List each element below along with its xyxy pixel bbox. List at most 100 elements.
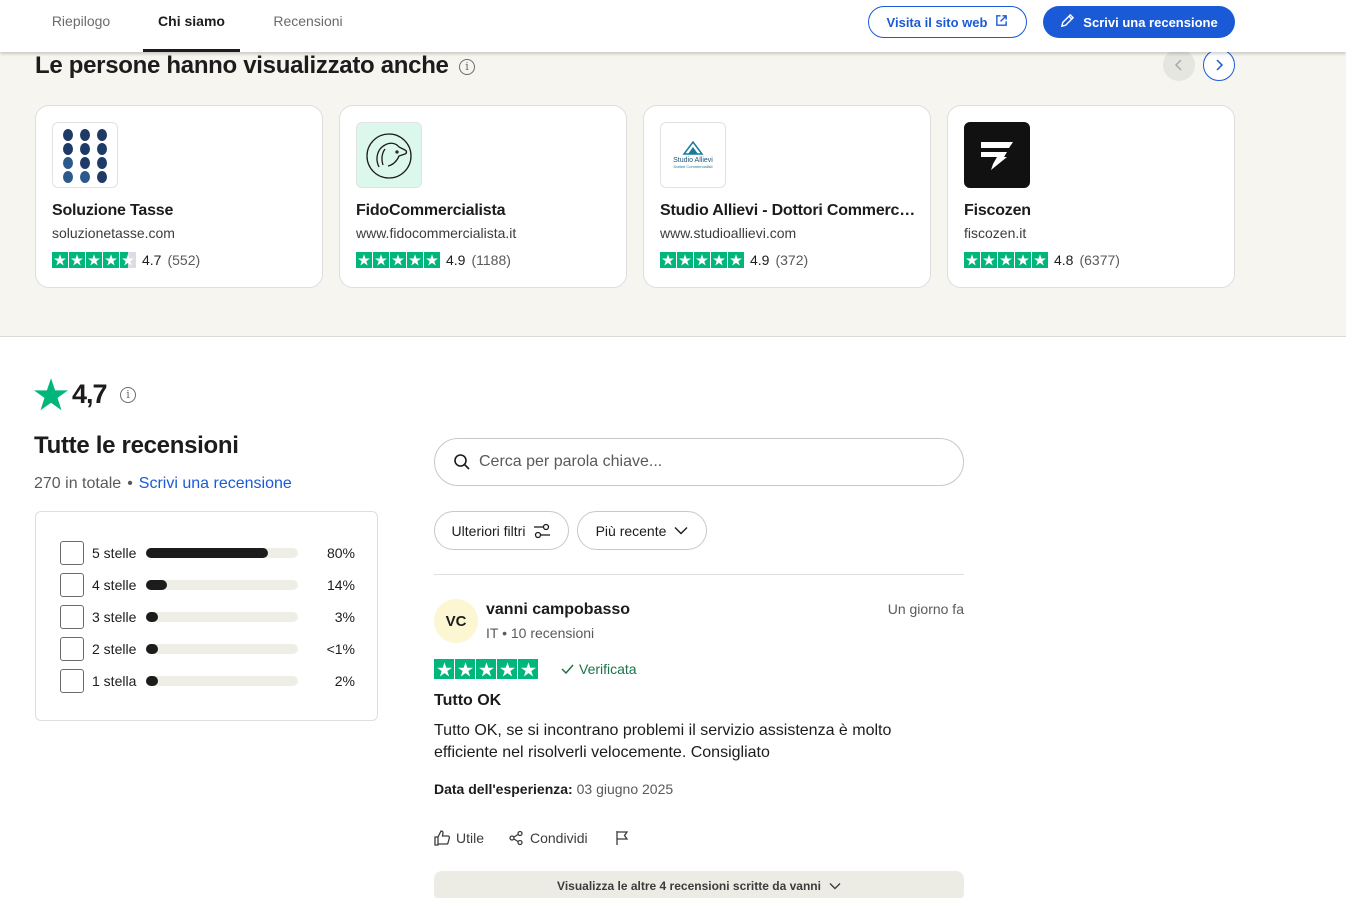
avatar[interactable]: VC	[434, 599, 478, 643]
carousel-prev-button[interactable]	[1163, 49, 1195, 81]
filter-checkbox[interactable]	[60, 637, 84, 661]
company-url: soluzionetasse.com	[52, 225, 175, 241]
experience-value: 03 giugno 2025	[576, 781, 674, 797]
review-count: (6377)	[1079, 252, 1120, 268]
filter-checkbox[interactable]	[60, 669, 84, 693]
search-input[interactable]	[479, 453, 919, 471]
distribution-label: 3 stelle	[92, 609, 137, 625]
search-box[interactable]	[434, 438, 964, 486]
separator-dot: •	[127, 475, 133, 492]
company-name: FidoCommercialista	[356, 202, 506, 219]
useful-label: Utile	[456, 830, 485, 846]
chevron-right-icon	[1216, 59, 1224, 71]
distribution-row[interactable]: 1 stella 2%	[60, 669, 355, 693]
experience-label: Data dell'esperienza:	[434, 781, 573, 797]
visit-website-button[interactable]: Visita il sito web	[868, 6, 1027, 38]
company-url: www.fidocommercialista.it	[356, 225, 517, 241]
star-icon	[69, 252, 85, 268]
distribution-bar	[146, 548, 298, 558]
distribution-row[interactable]: 5 stelle 80%	[60, 541, 355, 565]
distribution-row[interactable]: 2 stelle <1%	[60, 637, 355, 661]
rating-distribution: 5 stelle 80% 4 stelle 14% 3 stelle 3% 2 …	[35, 511, 378, 721]
company-rating: 4.8 (6377)	[964, 252, 1120, 268]
star-icon	[497, 659, 517, 679]
company-card[interactable]: Fiscozen fiscozen.it 4.8 (6377)	[947, 105, 1235, 288]
review-stars	[434, 659, 538, 679]
chevron-left-icon	[1174, 59, 1182, 71]
star-icon	[86, 252, 102, 268]
star-icon	[964, 252, 980, 268]
tab-recensioni[interactable]: Recensioni	[271, 0, 345, 52]
reviews-total: 270 in totale	[34, 475, 122, 492]
star-icon	[476, 659, 496, 679]
star-icon	[728, 252, 744, 268]
logo-wordmark-sub: Dottori Commercialisti	[673, 164, 713, 169]
chevron-down-icon	[674, 527, 688, 535]
top-nav: Riepilogo Chi siamo Recensioni Visita il…	[0, 0, 1346, 52]
rating-value: 4.9	[446, 252, 466, 268]
rating-value: 4.8	[1054, 252, 1074, 268]
company-card[interactable]: Soluzione Tasse soluzionetasse.com 4.7 (…	[35, 105, 323, 288]
company-card[interactable]: Studio Allievi Dottori Commercialisti St…	[643, 105, 931, 288]
star-icon	[998, 252, 1014, 268]
carousel-next-button[interactable]	[1203, 49, 1235, 81]
more-reviews-label: Visualizza le altre 4 recensioni scritte…	[557, 879, 821, 893]
star-icon	[981, 252, 997, 268]
filter-checkbox[interactable]	[60, 541, 84, 565]
write-review-link[interactable]: Scrivi una recensione	[139, 475, 292, 492]
search-icon	[454, 454, 470, 470]
star-icon	[34, 378, 68, 411]
star-rating	[434, 659, 538, 679]
more-reviews-button[interactable]: Visualizza le altre 4 recensioni scritte…	[434, 871, 964, 898]
info-icon[interactable]: i	[459, 59, 475, 75]
company-url: fiscozen.it	[964, 225, 1027, 241]
company-rating: 4.9 (1188)	[356, 252, 511, 268]
company-logo	[52, 122, 118, 188]
report-button[interactable]	[614, 830, 630, 846]
distribution-row[interactable]: 3 stelle 3%	[60, 605, 355, 629]
more-filters-button[interactable]: Ulteriori filtri	[434, 511, 569, 550]
star-rating	[660, 252, 744, 268]
review-author[interactable]: vanni campobasso	[486, 601, 630, 619]
review-count: (552)	[167, 252, 201, 268]
filter-sliders-icon	[534, 523, 551, 538]
rating-value: 4.7	[142, 252, 162, 268]
write-review-button[interactable]: Scrivi una recensione	[1043, 6, 1235, 38]
rating-value: 4.9	[750, 252, 770, 268]
info-icon[interactable]: i	[120, 387, 136, 403]
distribution-fill	[146, 644, 158, 654]
external-link-icon	[995, 14, 1008, 30]
company-logo: Studio Allievi Dottori Commercialisti	[660, 122, 726, 188]
review-title[interactable]: Tutto OK	[434, 692, 501, 710]
verified-label: Verificata	[579, 661, 637, 677]
star-icon	[434, 659, 454, 679]
useful-button[interactable]: Utile	[434, 830, 484, 846]
star-icon	[711, 252, 727, 268]
star-rating	[52, 252, 136, 268]
tab-riepilogo[interactable]: Riepilogo	[50, 0, 112, 52]
studio-allievi-logo-icon	[682, 141, 704, 155]
share-label: Condividi	[530, 830, 588, 846]
star-icon	[424, 252, 440, 268]
star-icon	[103, 252, 119, 268]
distribution-row[interactable]: 4 stelle 14%	[60, 573, 355, 597]
more-filters-label: Ulteriori filtri	[451, 522, 526, 539]
company-card[interactable]: FidoCommercialista www.fidocommercialist…	[339, 105, 627, 288]
company-name: Studio Allievi - Dottori Commercialisti	[660, 202, 918, 219]
distribution-fill	[146, 548, 268, 558]
share-button[interactable]: Condividi	[508, 830, 588, 846]
company-logo	[356, 122, 422, 188]
experience-date: Data dell'esperienza: 03 giugno 2025	[434, 781, 673, 797]
distribution-percent: 14%	[326, 577, 355, 593]
sort-dropdown[interactable]: Più recente	[577, 511, 707, 550]
star-icon	[1015, 252, 1031, 268]
tab-chi-siamo[interactable]: Chi siamo	[143, 0, 240, 52]
distribution-bar	[146, 612, 298, 622]
verified-badge[interactable]: Verificata	[561, 661, 637, 677]
filter-checkbox[interactable]	[60, 573, 84, 597]
star-icon	[407, 252, 423, 268]
similar-title: Le persone hanno visualizzato anche	[35, 52, 449, 79]
filter-checkbox[interactable]	[60, 605, 84, 629]
overall-rating: 4,7	[34, 378, 108, 411]
visit-website-label: Visita il sito web	[886, 14, 988, 30]
